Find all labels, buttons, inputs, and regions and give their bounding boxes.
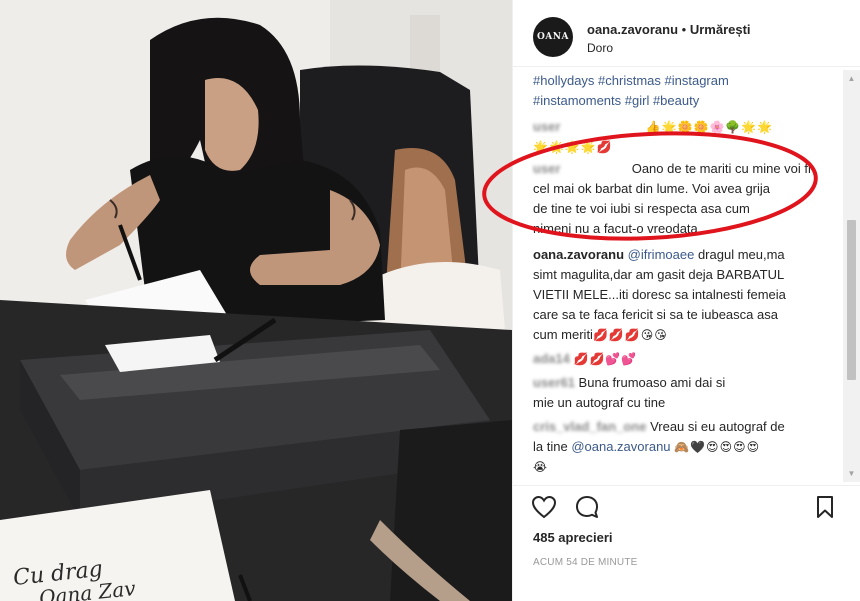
caption-hashtags-1[interactable]: #hollydays #christmas #instagram: [533, 71, 729, 91]
post-photo[interactable]: Cu drag Oana Zav: [0, 0, 512, 601]
separator-dot: •: [681, 22, 687, 37]
comment-bubble-icon[interactable]: [573, 493, 601, 521]
reply-user[interactable]: oana.zavoranu: [533, 247, 624, 262]
comment-5-line-3: 😭: [533, 457, 548, 477]
avatar[interactable]: OANA: [533, 17, 573, 57]
scroll-down-arrow-icon[interactable]: ▼: [843, 465, 860, 482]
comment-5-emoji-2: 😭: [533, 460, 549, 474]
bookmark-icon[interactable]: [811, 493, 839, 521]
reply-text-5-words: cum meriti: [533, 327, 593, 342]
comment-4: user61 Buna frumoaso ami dai si: [533, 373, 725, 393]
post-username[interactable]: oana.zavoranu: [587, 22, 678, 37]
post-username-row: oana.zavoranu • Urmărești: [587, 22, 751, 37]
scrollbar-thumb[interactable]: [847, 220, 856, 380]
post-header: OANA oana.zavoranu • Urmărești Doro: [513, 0, 860, 67]
scroll-up-arrow-icon[interactable]: ▲: [843, 70, 860, 87]
comment-5-text-1: Vreau si eu autograf de: [650, 419, 785, 434]
comment-5-emoji: 🙈🖤😍😍😍😍: [674, 440, 761, 454]
reply-emoji: 💋💋💋😘😘: [592, 328, 668, 342]
comment-5-text-2: la tine: [533, 439, 568, 454]
post-location[interactable]: Doro: [587, 41, 613, 55]
comment-3: ada14 💋💋💕💕: [533, 349, 637, 369]
comment-3-user[interactable]: ada14: [533, 351, 570, 366]
comment-5-mention[interactable]: @oana.zavoranu: [571, 439, 670, 454]
comments-scrollbar[interactable]: ▲ ▼: [843, 70, 860, 482]
post-side-panel: OANA oana.zavoranu • Urmărești Doro #hol…: [512, 0, 860, 601]
photo-scene: Cu drag Oana Zav: [0, 0, 512, 601]
reply-text-4: care sa te faca fericit si sa te iubeasc…: [533, 307, 778, 322]
reply-text-3: VIETII MELE...iti doresc sa intalnesti f…: [533, 287, 786, 302]
post-time: ACUM 54 DE MINUTE: [533, 557, 638, 568]
comment-4-user[interactable]: user61: [533, 375, 575, 390]
highlight-ellipse: [482, 131, 818, 241]
follow-button[interactable]: Urmărești: [690, 22, 751, 37]
reply-mention[interactable]: @ifrimoaee: [628, 247, 695, 262]
caption-hashtags-2[interactable]: #instamoments #girl #beauty: [533, 91, 699, 111]
avatar-text: OANA: [536, 32, 570, 42]
comment-4-text-2: mie un autograf cu tine: [533, 395, 666, 410]
reply-comment: oana.zavoranu @ifrimoaee dragul meu,ma: [533, 245, 785, 265]
likes-count[interactable]: 485 aprecieri: [533, 530, 613, 545]
comment-5: cris_vlad_fan_one Vreau si eu autograf d…: [533, 417, 785, 437]
post-actions: 485 aprecieri ACUM 54 DE MINUTE: [513, 485, 860, 601]
comment-4-text-1: Buna frumoaso ami dai si: [578, 375, 726, 390]
comment-5-user[interactable]: cris_vlad_fan_one: [533, 419, 646, 434]
reply-text-5: cum meriti💋💋💋😘😘: [533, 325, 668, 345]
reply-text-2: simt magulita,dar am gasit deja BARBATUL: [533, 267, 785, 282]
like-heart-icon[interactable]: [530, 493, 558, 521]
comment-5-line-2: la tine @oana.zavoranu 🙈🖤😍😍😍😍: [533, 437, 760, 457]
comment-3-emoji: 💋💋💕💕: [573, 352, 638, 366]
reply-text-1: dragul meu,ma: [697, 247, 785, 262]
